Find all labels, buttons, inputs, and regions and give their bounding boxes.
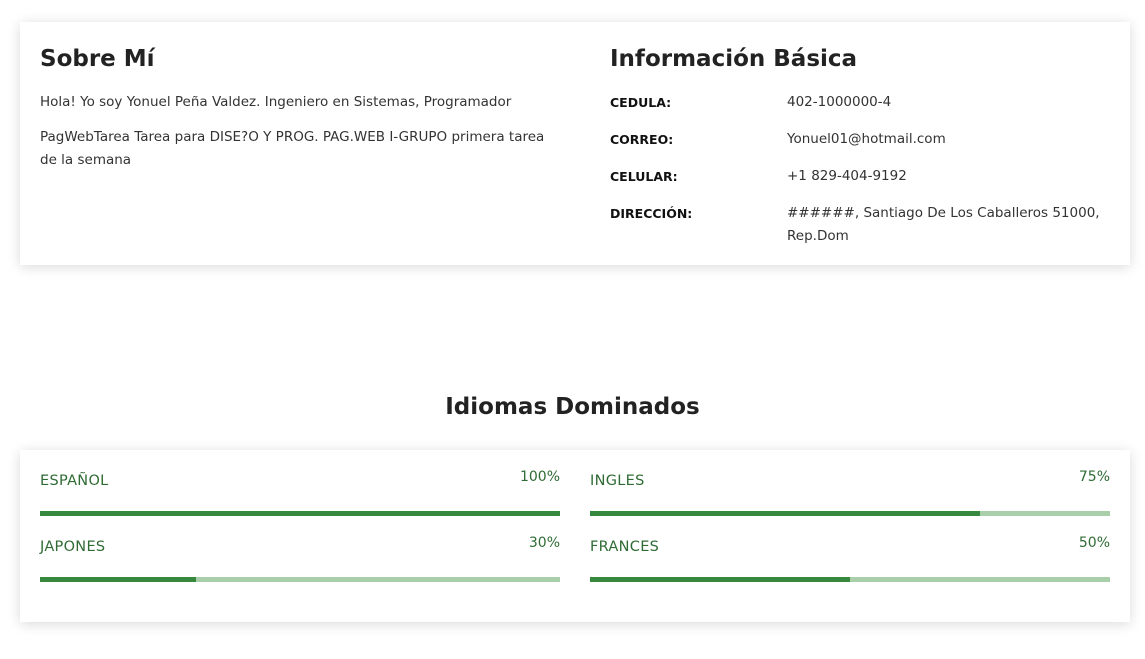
language-name: INGLES [590, 473, 645, 489]
language-percent: 75% [1078, 469, 1110, 485]
info-value: +1 829-404-9192 [787, 168, 907, 184]
language-name: FRANCES [590, 539, 660, 555]
info-label: CELULAR: [610, 169, 678, 184]
info-row-correo: CORREO: Yonuel01@hotmail.com [610, 128, 1110, 151]
info-row-cedula: CEDULA: 402-1000000-4 [610, 91, 1110, 114]
language-item-japones: JAPONES 30% [40, 516, 560, 582]
language-item-frances: FRANCES 50% [590, 516, 1110, 582]
about-paragraph-description: PagWebTarea Tarea para DISE?O Y PROG. PA… [40, 129, 545, 168]
info-value: 402-1000000-4 [787, 94, 892, 110]
languages-card: ESPAÑOL 100% INGLES 75% JAPONES 30% FRAN… [20, 450, 1130, 622]
language-name: JAPONES [40, 539, 106, 555]
language-item-ingles: INGLES 75% [590, 450, 1110, 516]
language-percent: 50% [1078, 535, 1110, 551]
basic-info-section: Información Básica CEDULA: 402-1000000-4… [610, 44, 1110, 262]
language-item-espanol: ESPAÑOL 100% [40, 450, 560, 516]
about-card: Sobre Mí Hola! Yo soy Yonuel Peña Valdez… [20, 22, 1130, 265]
info-row-celular: CELULAR: +1 829-404-9192 [610, 165, 1110, 188]
languages-title: Idiomas Dominados [445, 394, 700, 420]
basic-info-title: Información Básica [610, 46, 858, 72]
about-section: Sobre Mí Hola! Yo soy Yonuel Peña Valdez… [40, 44, 550, 184]
progress-bar-track [590, 577, 1110, 582]
progress-bar-track [40, 577, 560, 582]
info-label: DIRECCIÓN: [610, 206, 693, 221]
info-value: ######, Santiago De Los Caballeros 51000… [787, 205, 1100, 244]
language-percent: 100% [519, 469, 560, 485]
info-value: Yonuel01@hotmail.com [787, 131, 946, 147]
info-row-direccion: DIRECCIÓN: ######, Santiago De Los Cabal… [610, 202, 1110, 248]
about-paragraph-intro: Hola! Yo soy Yonuel Peña Valdez. Ingenie… [40, 94, 512, 110]
about-title: Sobre Mí [40, 46, 155, 72]
progress-bar-fill [590, 577, 850, 582]
language-percent: 30% [528, 535, 560, 551]
info-label: CORREO: [610, 132, 674, 147]
language-name: ESPAÑOL [40, 473, 109, 489]
progress-bar-fill [40, 577, 196, 582]
info-label: CEDULA: [610, 95, 672, 110]
